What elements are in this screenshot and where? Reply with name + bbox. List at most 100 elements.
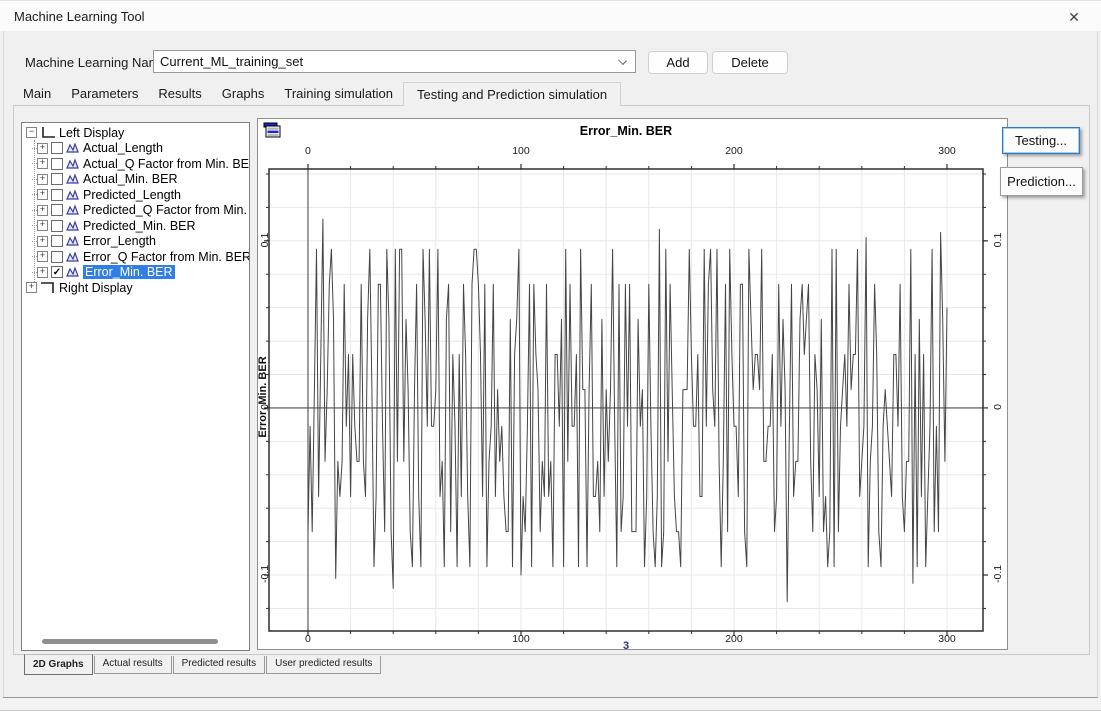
expand-toggle-icon[interactable]: − (26, 127, 37, 138)
tree-item[interactable]: + Predicted_Length (22, 187, 249, 203)
chart-item-icon (66, 220, 80, 232)
display-tree-panel: − Left Display + Actual_Length + Actual_Q Fac… (21, 122, 250, 651)
expand-toggle-icon[interactable]: + (37, 143, 48, 154)
axes-left-icon (40, 126, 56, 139)
window-border-left (3, 31, 4, 697)
tree-root-right-display[interactable]: + Right Display (22, 280, 249, 296)
bottom-tab-strip: 2D Graphs Actual results Predicted resul… (24, 656, 382, 675)
tab-training-simulation[interactable]: Training simulation (274, 82, 403, 106)
visibility-checkbox[interactable] (51, 189, 63, 201)
delete-button[interactable]: Delete (712, 51, 788, 74)
bottom-tab-2d-graphs[interactable]: 2D Graphs (24, 654, 93, 675)
x-tick-label-top: 0 (295, 145, 321, 157)
window-bottom-strip (0, 698, 1101, 711)
visibility-checkbox[interactable] (51, 251, 63, 263)
chart-item-icon (66, 204, 80, 216)
tree-item[interactable]: + Error_Length (22, 234, 249, 250)
tree-item[interactable]: + Predicted_Min. BER (22, 218, 249, 234)
add-button[interactable]: Add (648, 51, 708, 74)
axes-right-icon (40, 281, 56, 294)
x-tick-label-top: 100 (508, 145, 534, 157)
chart-item-icon (66, 251, 80, 263)
expand-toggle-icon[interactable]: + (37, 267, 48, 278)
tree-root-label: Right Display (59, 281, 133, 295)
tree-item[interactable]: + Predicted_Q Factor from Min. BER (22, 203, 249, 219)
tree-root-left-display[interactable]: − Left Display (22, 125, 249, 141)
prediction-button[interactable]: Prediction... (1000, 167, 1083, 196)
chart-item-icon (66, 189, 80, 201)
chart-canvas (258, 119, 1009, 651)
visibility-checkbox[interactable] (51, 204, 63, 216)
bottom-tab-predicted-results[interactable]: Predicted results (173, 656, 265, 674)
graph-panel: Error_Min. BER 0 0 100 100 200 200 300 300 0.1 0.… (257, 118, 1008, 650)
chevron-down-icon (618, 56, 627, 65)
title-bar: Machine Learning Tool ✕ (0, 0, 1101, 31)
tree-item[interactable]: + Actual_Q Factor from Min. BER (22, 156, 249, 172)
tab-parameters[interactable]: Parameters (61, 82, 148, 106)
visibility-checkbox[interactable] (51, 158, 63, 170)
tree-root-label: Left Display (59, 126, 124, 140)
tree-item-label: Actual_Min. BER (83, 172, 177, 186)
y-tick-label-left: -0.1 (259, 559, 271, 589)
tree-item[interactable]: + Error_Q Factor from Min. BER (22, 249, 249, 265)
x-tick-label-bottom: 0 (295, 633, 321, 645)
tab-graphs[interactable]: Graphs (212, 82, 275, 106)
x-tick-label-top: 300 (934, 145, 960, 157)
tree-item[interactable]: +✓ Error_Min. BER (22, 265, 249, 281)
expand-toggle-icon[interactable]: + (37, 251, 48, 262)
y-tick-label-left: 0.1 (259, 225, 271, 255)
expand-toggle-icon[interactable]: + (26, 282, 37, 293)
tree-horizontal-scrollbar[interactable] (42, 639, 218, 644)
visibility-checkbox[interactable] (51, 173, 63, 185)
x-tick-label-top: 200 (721, 145, 747, 157)
bottom-tab-user-predicted-results[interactable]: User predicted results (266, 656, 381, 674)
bottom-tab-actual-results[interactable]: Actual results (94, 656, 172, 674)
visibility-checkbox[interactable] (51, 142, 63, 154)
tree-item-label: Error_Length (83, 234, 156, 248)
visibility-checkbox[interactable]: ✓ (51, 266, 63, 278)
x-tick-label-bottom: 100 (508, 633, 534, 645)
tree-item-label: Actual_Q Factor from Min. BER (83, 157, 250, 171)
tree-item-label: Error_Q Factor from Min. BER (83, 250, 250, 264)
window-title: Machine Learning Tool (14, 9, 145, 24)
series-line (308, 219, 947, 602)
tree-item-label: Error_Min. BER (83, 265, 175, 279)
tree-item-label: Predicted_Min. BER (83, 219, 196, 233)
tab-testing-and-prediction-simulation[interactable]: Testing and Prediction simulation (403, 82, 621, 106)
y-tick-label-right: 0.1 (992, 225, 1004, 255)
ml-name-combobox[interactable]: Current_ML_training_set (153, 50, 636, 73)
expand-toggle-icon[interactable]: + (37, 174, 48, 185)
tab-main[interactable]: Main (13, 82, 61, 106)
y-tick-label-right: -0.1 (992, 559, 1004, 589)
tab-results[interactable]: Results (148, 82, 211, 106)
window-border-right (1097, 31, 1098, 697)
chart-item-icon (66, 142, 80, 154)
expand-toggle-icon[interactable]: + (37, 205, 48, 216)
tree-view: − Left Display + Actual_Length + Actual_Q Fac… (22, 123, 249, 650)
x-axis-title: 3 (616, 640, 636, 652)
expand-toggle-icon[interactable]: + (37, 236, 48, 247)
y-axis-title: Error_Min. BER (257, 347, 269, 447)
machine-learning-tool-dialog: Machine Learning Tool ✕ Machine Learning… (0, 0, 1101, 711)
chart-item-icon (66, 266, 80, 278)
ml-name-value: Current_ML_training_set (160, 54, 303, 69)
expand-toggle-icon[interactable]: + (37, 220, 48, 231)
expand-toggle-icon[interactable]: + (37, 158, 48, 169)
tree-item-label: Predicted_Q Factor from Min. BER (83, 203, 250, 217)
visibility-checkbox[interactable] (51, 220, 63, 232)
x-tick-label-bottom: 200 (721, 633, 747, 645)
visibility-checkbox[interactable] (51, 235, 63, 247)
tree-item-label: Actual_Length (83, 141, 163, 155)
chart-item-icon (66, 158, 80, 170)
testing-button[interactable]: Testing... (1002, 127, 1080, 154)
close-icon[interactable]: ✕ (1063, 7, 1085, 27)
expand-toggle-icon[interactable]: + (37, 189, 48, 200)
y-tick-label-right: 0 (992, 392, 1004, 422)
ml-name-label: Machine Learning Name: (25, 55, 170, 70)
tree-item[interactable]: + Actual_Min. BER (22, 172, 249, 188)
x-tick-label-bottom: 300 (934, 633, 960, 645)
plot-frame (269, 169, 983, 631)
chart-item-icon (66, 235, 80, 247)
tree-item[interactable]: + Actual_Length (22, 141, 249, 157)
tree-item-label: Predicted_Length (83, 188, 181, 202)
